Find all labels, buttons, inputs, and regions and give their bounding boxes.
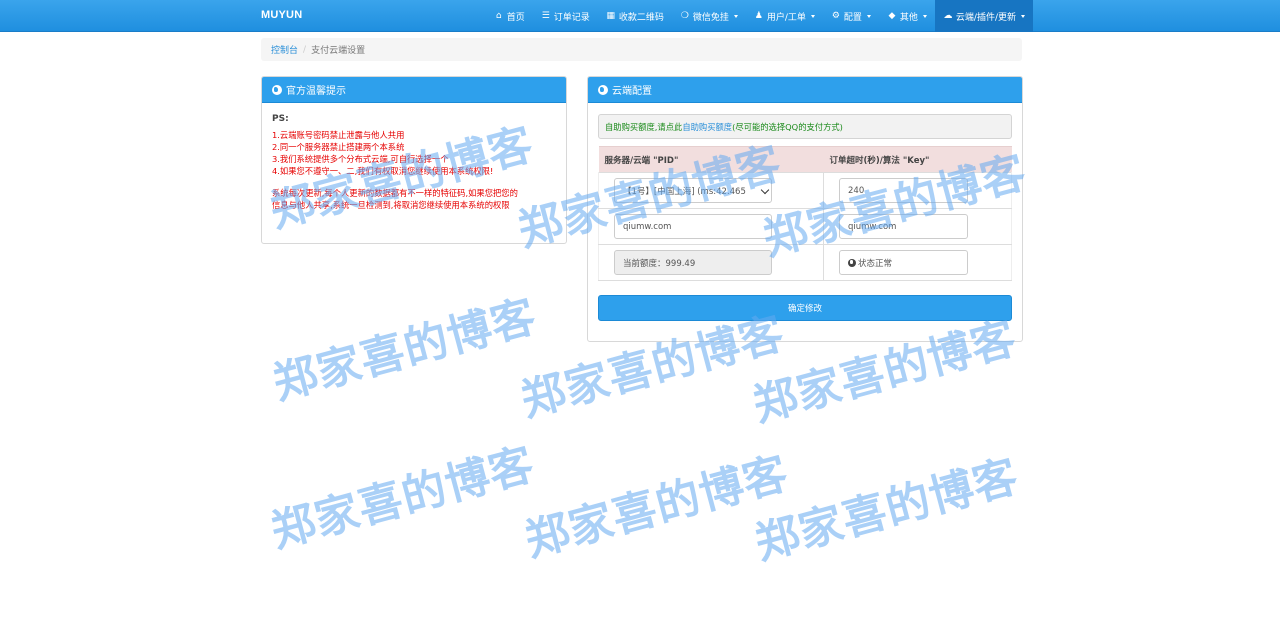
nav-home-label: 首页 <box>506 12 525 23</box>
breadcrumb-home[interactable]: 控制台 <box>271 43 298 56</box>
tip-note-line: 系统每次更新,每个人更新的数据都有不一样的特征码,如果您把您的 <box>272 188 518 198</box>
nav-home[interactable]: ⌂ 首页 <box>486 0 533 32</box>
top-navbar: MUYUN ⌂ 首页 ☰ 订单记录 ▦ 收款二维码 ❍ 微信免挂 ♟ 用户/工单… <box>0 0 1280 32</box>
chevron-down-icon <box>810 14 815 18</box>
watermark: 郑家喜的博客 <box>265 438 540 558</box>
nav-users-label: 用户/工单 <box>766 12 806 23</box>
chevron-down-icon <box>733 14 738 18</box>
purchase-alert: 自助购买额度,请点此 自助购买额度 (尽可能的选择QQ的支付方式) <box>598 114 1012 139</box>
col-header-pid: 服务器/云端 "PID" <box>598 146 824 173</box>
alert-prefix: 自助购买额度,请点此 <box>605 121 683 132</box>
key-input[interactable]: qiumw.com <box>839 214 968 239</box>
timeout-value: 240 <box>848 185 865 196</box>
wechat-icon: ❍ <box>680 11 689 21</box>
col-header-key: 订单超时(秒)/算法 "Key" <box>823 146 1012 173</box>
gear-icon: ⚙ <box>831 11 840 21</box>
nav-config[interactable]: ⚙ 配置 <box>823 0 879 32</box>
table-row: qiumw.com qiumw.com <box>598 208 1012 245</box>
nav-users[interactable]: ♟ 用户/工单 <box>746 0 823 32</box>
user-icon: ♟ <box>754 11 763 21</box>
nav-qrcode-label: 收款二维码 <box>618 12 664 23</box>
buy-quota-link[interactable]: 自助购买额度 <box>682 121 732 133</box>
cloud-icon: ☁ <box>943 11 953 21</box>
alert-suffix: (尽可能的选择QQ的支付方式) <box>732 121 843 132</box>
chevron-down-icon <box>922 14 927 18</box>
cloud-config-title: 云端配置 <box>612 86 652 97</box>
nav-orders-label: 订单记录 <box>553 12 590 23</box>
tip-line: 4.如果您不遵守一、二,我们有权取消您继续使用本系统权限! <box>272 166 494 176</box>
nav-wechat-label: 微信免挂 <box>692 12 729 23</box>
tips-panel-title: 官方温馨提示 <box>286 86 346 97</box>
status-field: 状态正常 <box>839 250 968 275</box>
chevron-down-icon <box>1021 14 1025 18</box>
submit-button[interactable]: 确定修改 <box>598 295 1012 321</box>
nav-cloud-label: 云端/插件/更新 <box>955 12 1016 23</box>
tips-panel: 官方温馨提示 PS: 1.云端账号密码禁止泄露与他人共用 2.同一个服务器禁止搭… <box>261 76 567 244</box>
breadcrumb-separator: / <box>303 44 307 55</box>
breadcrumb: 控制台 / 支付云端设置 <box>261 38 1022 61</box>
cube-icon: ◆ <box>888 11 896 21</box>
watermark: 郑家喜的博客 <box>519 447 794 567</box>
nav-other-label: 其他 <box>899 12 918 23</box>
table-row: 当前额度：999.49 状态正常 <box>598 244 1012 281</box>
tip-line: 3.我们系统提供多个分布式云端,可自行选择一个 <box>272 154 449 164</box>
quota-text: 当前额度：999.49 <box>623 258 696 269</box>
pid-input[interactable]: qiumw.com <box>614 214 772 239</box>
tip-note-line: 信息与他人共享,系统一旦检测到,将取消您继续使用本系统的权限 <box>272 200 510 210</box>
nav-config-label: 配置 <box>843 12 862 23</box>
globe-icon <box>272 84 282 95</box>
watermark: 郑家喜的博客 <box>749 450 1024 570</box>
status-text: 状态正常 <box>858 258 893 269</box>
table-row: 【1号】[中国上海] (ms:42.465 240 <box>598 172 1012 209</box>
cloud-config-panel: 云端配置 自助购买额度,请点此 自助购买额度 (尽可能的选择QQ的支付方式) 服… <box>587 76 1023 342</box>
config-table: 服务器/云端 "PID" 订单超时(秒)/算法 "Key" 【1号】[中国上海]… <box>598 146 1012 281</box>
globe-icon <box>598 84 608 95</box>
nav-menu: ⌂ 首页 ☰ 订单记录 ▦ 收款二维码 ❍ 微信免挂 ♟ 用户/工单 ⚙ 配置 … <box>486 0 1033 32</box>
list-icon: ☰ <box>541 11 550 21</box>
globe-icon <box>848 258 856 267</box>
timeout-input[interactable]: 240 <box>839 178 968 203</box>
server-select-value: 【1号】[中国上海] (ms:42.465 <box>623 186 746 197</box>
ps-label: PS: <box>272 114 289 124</box>
pid-value: qiumw.com <box>623 221 672 232</box>
nav-wechat[interactable]: ❍ 微信免挂 <box>672 0 746 32</box>
tips-body: PS: 1.云端账号密码禁止泄露与他人共用 2.同一个服务器禁止搭建两个本系统 … <box>262 103 566 222</box>
watermark: 郑家喜的博客 <box>267 290 542 410</box>
nav-other[interactable]: ◆ 其他 <box>879 0 935 32</box>
tip-line: 1.云端账号密码禁止泄露与他人共用 <box>272 130 405 140</box>
tips-panel-heading: 官方温馨提示 <box>262 77 566 103</box>
brand-logo[interactable]: MUYUN <box>261 0 302 32</box>
nav-qrcode[interactable]: ▦ 收款二维码 <box>598 0 672 32</box>
home-icon: ⌂ <box>495 11 502 21</box>
cloud-config-heading: 云端配置 <box>588 77 1022 103</box>
nav-cloud[interactable]: ☁ 云端/插件/更新 <box>934 0 1033 32</box>
server-select[interactable]: 【1号】[中国上海] (ms:42.465 <box>614 178 772 203</box>
qrcode-icon: ▦ <box>606 11 616 21</box>
nav-orders[interactable]: ☰ 订单记录 <box>533 0 598 32</box>
chevron-down-icon <box>760 185 770 195</box>
chevron-down-icon <box>866 14 871 18</box>
quota-field: 当前额度：999.49 <box>614 250 772 275</box>
tip-line: 2.同一个服务器禁止搭建两个本系统 <box>272 142 405 152</box>
key-value: qiumw.com <box>848 221 897 232</box>
breadcrumb-current: 支付云端设置 <box>311 46 366 56</box>
